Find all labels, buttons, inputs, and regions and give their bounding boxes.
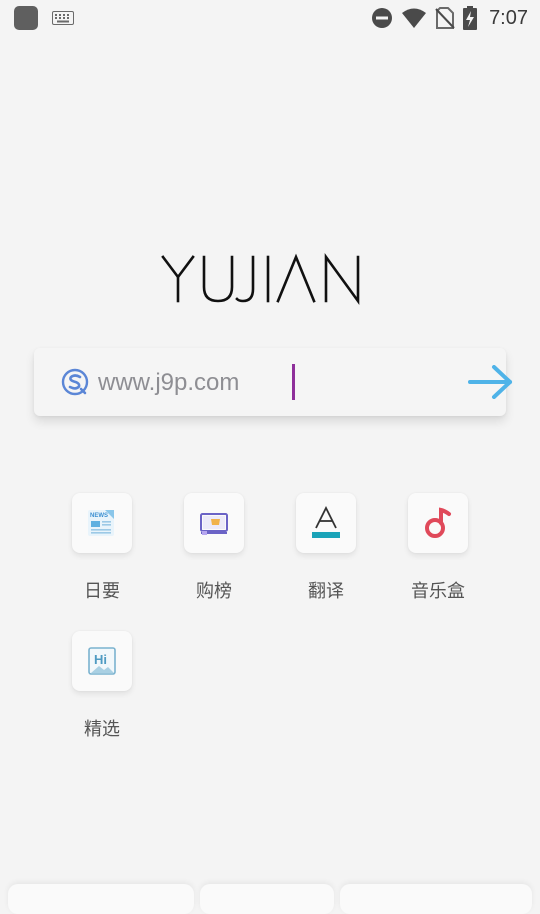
shortcut-shopping-rank-label: 购榜: [196, 581, 232, 602]
svg-text:Hi: Hi: [94, 652, 107, 667]
bottom-card-right[interactable]: [340, 884, 532, 914]
app-notification-icon: [14, 6, 38, 30]
arrow-right-icon[interactable]: [468, 365, 514, 399]
news-icon: NEWS: [88, 510, 114, 536]
yujian-logo: [161, 253, 360, 305]
do-not-disturb-icon: [372, 8, 393, 28]
bottom-card-middle[interactable]: [200, 884, 334, 914]
shortcut-translate-label: 翻译: [308, 581, 344, 602]
bottom-card-left[interactable]: [8, 884, 194, 914]
keyboard-icon: [52, 11, 74, 25]
clock: 7:07: [489, 6, 528, 29]
shortcut-news-label: 日要: [84, 581, 120, 602]
shortcut-music-box[interactable]: [408, 493, 468, 553]
url-input[interactable]: [98, 366, 428, 400]
featured-hi-icon: Hi: [88, 647, 116, 675]
sogou-icon[interactable]: [61, 368, 89, 396]
status-bar: 7:07: [0, 0, 540, 36]
music-note-icon: [425, 507, 451, 538]
shortcut-news[interactable]: NEWS: [72, 493, 132, 553]
search-box[interactable]: [34, 348, 512, 416]
text-caret: [292, 364, 295, 400]
wifi-icon: [402, 8, 427, 28]
battery-charging-icon: [463, 6, 478, 30]
shopping-rank-icon: [200, 513, 228, 535]
shortcut-music-box-label: 音乐盒: [411, 581, 465, 602]
translate-icon: [312, 506, 340, 538]
shortcut-featured-label: 精选: [84, 719, 120, 740]
shortcut-shopping-rank[interactable]: [184, 493, 244, 553]
shortcut-translate[interactable]: [296, 493, 356, 553]
svg-text:NEWS: NEWS: [90, 513, 108, 519]
no-sim-icon: [435, 7, 455, 29]
shortcut-featured[interactable]: Hi: [72, 631, 132, 691]
